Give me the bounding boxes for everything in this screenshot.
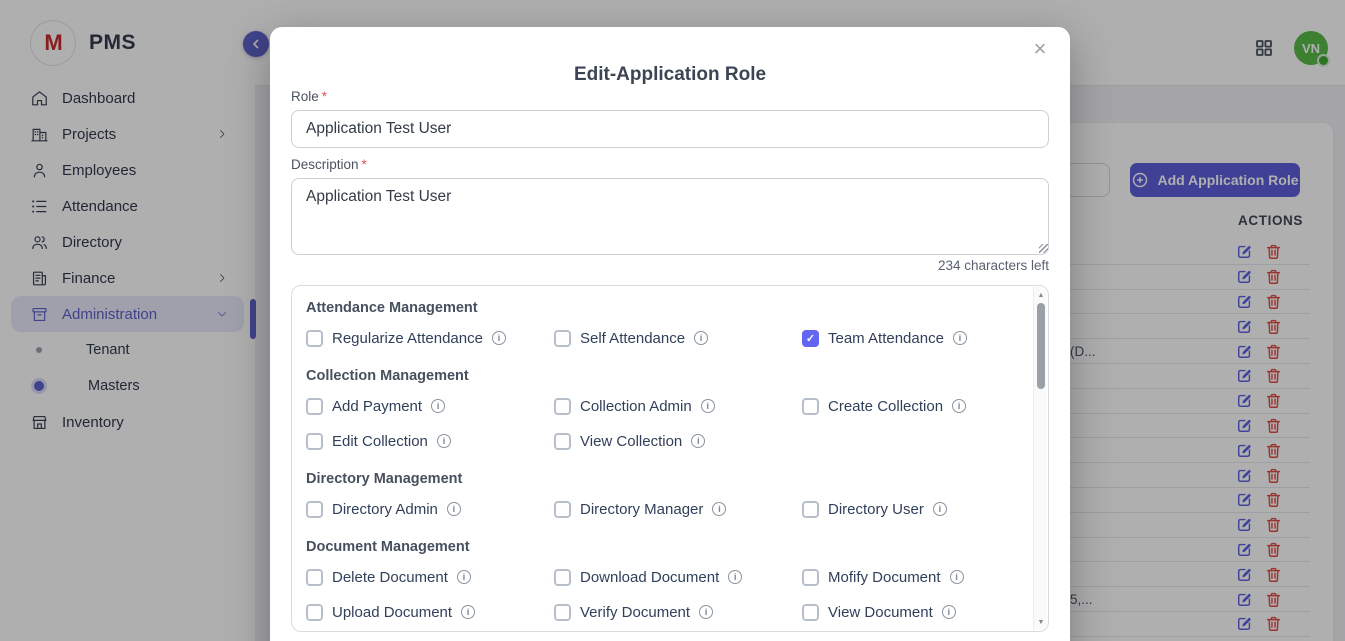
required-asterisk: * <box>322 89 327 104</box>
permission-grid: Delete Document i Download Document i Mo… <box>306 564 1028 625</box>
permission-label: Delete Document <box>332 569 448 586</box>
info-icon[interactable]: i <box>461 605 475 619</box>
permission-label: Edit Collection <box>332 433 428 450</box>
checkbox[interactable] <box>554 398 571 415</box>
checkbox[interactable] <box>802 569 819 586</box>
permission-section-attendance-management: Attendance Management Regularize Attenda… <box>306 299 1028 351</box>
section-heading: Collection Management <box>306 367 1028 385</box>
permission-label: Mofify Document <box>828 569 941 586</box>
permission-team-attendance[interactable]: Team Attendance i <box>802 325 1028 351</box>
permission-upload-document[interactable]: Upload Document i <box>306 599 554 625</box>
modal-title: Edit-Application Role <box>270 64 1070 86</box>
description-field-label: Description* <box>291 157 367 172</box>
permission-label: Directory Manager <box>580 501 703 518</box>
permission-grid: Add Payment i Collection Admin i Create … <box>306 393 1028 454</box>
info-icon[interactable]: i <box>431 399 445 413</box>
scrollbar-thumb[interactable] <box>1037 303 1045 389</box>
scroll-up-arrow-icon[interactable]: ▲ <box>1034 288 1048 302</box>
permission-create-collection[interactable]: Create Collection i <box>802 393 1028 419</box>
permission-label: Collection Admin <box>580 398 692 415</box>
permission-mofify-document[interactable]: Mofify Document i <box>802 564 1028 590</box>
checkbox[interactable] <box>306 330 323 347</box>
info-icon[interactable]: i <box>457 570 471 584</box>
description-label-text: Description <box>291 157 359 172</box>
checkbox[interactable] <box>554 569 571 586</box>
permission-directory-admin[interactable]: Directory Admin i <box>306 496 554 522</box>
info-icon[interactable]: i <box>952 399 966 413</box>
permission-label: View Document <box>828 604 933 621</box>
info-icon[interactable]: i <box>701 399 715 413</box>
permission-add-payment[interactable]: Add Payment i <box>306 393 554 419</box>
info-icon[interactable]: i <box>728 570 742 584</box>
permission-label: Download Document <box>580 569 719 586</box>
permission-download-document[interactable]: Download Document i <box>554 564 802 590</box>
edit-application-role-modal: Edit-Application Role × Role* Descriptio… <box>270 27 1070 641</box>
permission-section-document-management: Document Management Delete Document i Do… <box>306 538 1028 625</box>
permission-label: View Collection <box>580 433 682 450</box>
checkbox[interactable] <box>306 501 323 518</box>
role-input[interactable] <box>291 110 1049 148</box>
permission-edit-collection[interactable]: Edit Collection i <box>306 428 554 454</box>
section-heading: Attendance Management <box>306 299 1028 317</box>
characters-left-counter: 234 characters left <box>938 258 1049 273</box>
checkbox[interactable] <box>306 604 323 621</box>
checkbox[interactable] <box>802 501 819 518</box>
info-icon[interactable]: i <box>694 331 708 345</box>
permission-self-attendance[interactable]: Self Attendance i <box>554 325 802 351</box>
permission-label: Directory Admin <box>332 501 438 518</box>
checkbox[interactable] <box>802 604 819 621</box>
required-asterisk: * <box>362 157 367 172</box>
role-field-label: Role* <box>291 89 327 104</box>
checkbox[interactable] <box>554 433 571 450</box>
permissions-scrollbar[interactable]: ▲ ▼ <box>1033 287 1047 630</box>
permission-collection-admin[interactable]: Collection Admin i <box>554 393 802 419</box>
permission-label: Self Attendance <box>580 330 685 347</box>
info-icon[interactable]: i <box>953 331 967 345</box>
permissions-list: Attendance Management Regularize Attenda… <box>292 286 1032 631</box>
permission-view-document[interactable]: View Document i <box>802 599 1028 625</box>
permission-regularize-attendance[interactable]: Regularize Attendance i <box>306 325 554 351</box>
app-window: M PMS DashboardProjectsEmployeesAttendan… <box>0 0 1345 641</box>
info-icon[interactable]: i <box>699 605 713 619</box>
permission-label: Regularize Attendance <box>332 330 483 347</box>
info-icon[interactable]: i <box>950 570 964 584</box>
info-icon[interactable]: i <box>447 502 461 516</box>
scroll-down-arrow-icon[interactable]: ▼ <box>1034 615 1048 629</box>
checkbox[interactable] <box>306 433 323 450</box>
permission-label: Verify Document <box>580 604 690 621</box>
permission-delete-document[interactable]: Delete Document i <box>306 564 554 590</box>
permission-directory-manager[interactable]: Directory Manager i <box>554 496 802 522</box>
info-icon[interactable]: i <box>942 605 956 619</box>
checkbox[interactable] <box>554 604 571 621</box>
section-heading: Document Management <box>306 538 1028 556</box>
description-textarea[interactable]: Application Test User <box>291 178 1049 255</box>
close-icon[interactable]: × <box>1026 35 1054 63</box>
checkbox[interactable] <box>306 398 323 415</box>
info-icon[interactable]: i <box>933 502 947 516</box>
section-heading: Directory Management <box>306 470 1028 488</box>
checkbox[interactable] <box>306 569 323 586</box>
role-label-text: Role <box>291 89 319 104</box>
permission-label: Add Payment <box>332 398 422 415</box>
permission-section-collection-management: Collection Management Add Payment i Coll… <box>306 367 1028 454</box>
checkbox[interactable] <box>554 330 571 347</box>
checkbox[interactable] <box>802 398 819 415</box>
permission-verify-document[interactable]: Verify Document i <box>554 599 802 625</box>
info-icon[interactable]: i <box>691 434 705 448</box>
permission-directory-user[interactable]: Directory User i <box>802 496 1028 522</box>
info-icon[interactable]: i <box>437 434 451 448</box>
permission-view-collection[interactable]: View Collection i <box>554 428 802 454</box>
permission-grid: Directory Admin i Directory Manager i Di… <box>306 496 1028 522</box>
permission-grid: Regularize Attendance i Self Attendance … <box>306 325 1028 351</box>
permission-label: Team Attendance <box>828 330 944 347</box>
permission-section-directory-management: Directory Management Directory Admin i D… <box>306 470 1028 522</box>
permissions-panel: Attendance Management Regularize Attenda… <box>291 285 1049 632</box>
permission-label: Create Collection <box>828 398 943 415</box>
permission-label: Upload Document <box>332 604 452 621</box>
permission-label: Directory User <box>828 501 924 518</box>
checkbox[interactable] <box>802 330 819 347</box>
checkbox[interactable] <box>554 501 571 518</box>
info-icon[interactable]: i <box>712 502 726 516</box>
info-icon[interactable]: i <box>492 331 506 345</box>
